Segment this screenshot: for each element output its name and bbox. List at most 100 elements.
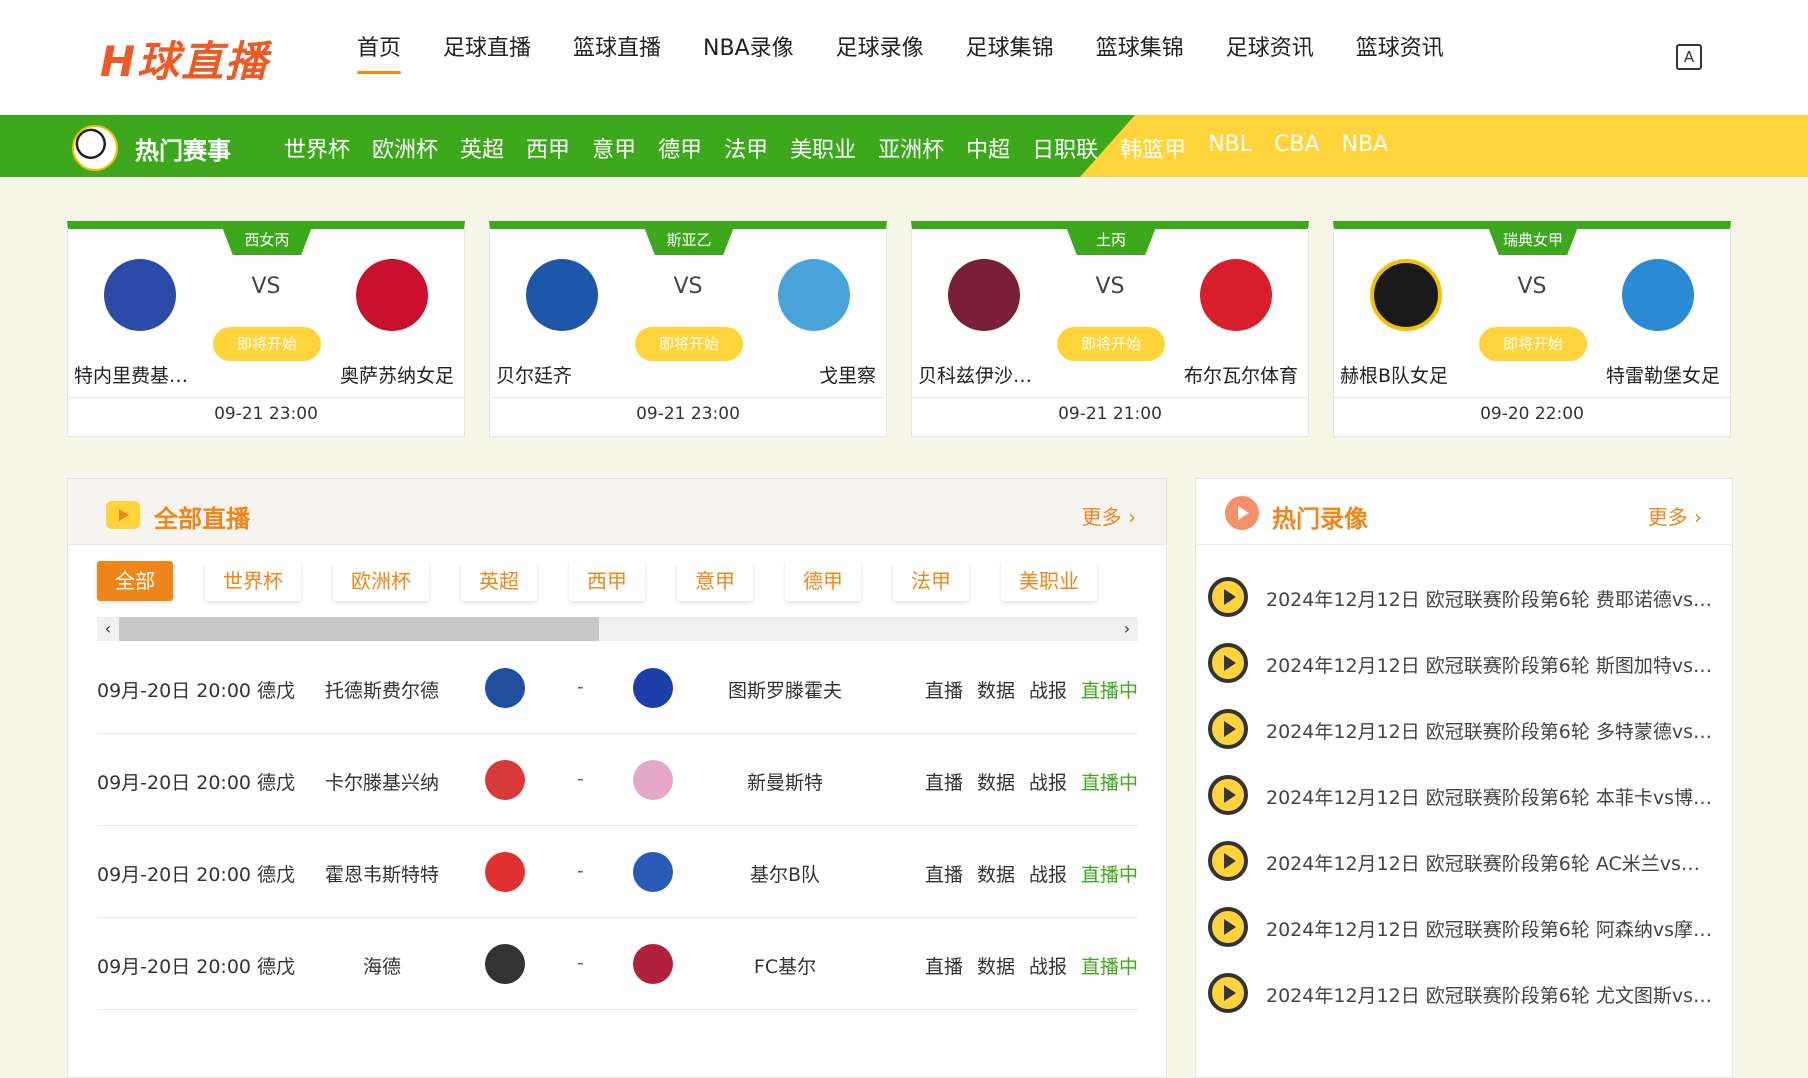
hot-link[interactable]: 韩篮甲 xyxy=(1120,132,1186,164)
hot-link[interactable]: NBL xyxy=(1208,132,1252,164)
away-team-name: 布尔瓦尔体育 xyxy=(1183,365,1298,387)
live-link[interactable]: 直播 xyxy=(925,676,963,703)
tab-bundesliga[interactable]: 德甲 xyxy=(785,561,861,601)
nav-item-basketball-news[interactable]: 篮球资讯 xyxy=(1356,30,1444,74)
list-item[interactable]: 2024年12月12日 欧冠联赛阶段第6轮 本菲卡vs博… xyxy=(1208,773,1718,817)
hot-link[interactable]: 亚洲杯 xyxy=(878,132,944,164)
nav-item-football-highlights[interactable]: 足球集锦 xyxy=(966,30,1054,74)
nav-item-basketball-live[interactable]: 篮球直播 xyxy=(573,30,661,74)
match-card[interactable]: 斯亚乙 VS 即将开始 贝尔廷齐 戈里察 09-21 23:00 xyxy=(489,221,887,437)
nav-item-football-replay[interactable]: 足球录像 xyxy=(836,30,924,74)
tab-euro[interactable]: 欧洲杯 xyxy=(333,561,429,601)
hot-link[interactable]: NBA xyxy=(1342,132,1389,164)
hot-link[interactable]: 法甲 xyxy=(724,132,768,164)
hot-link[interactable]: 世界杯 xyxy=(284,132,350,164)
report-link[interactable]: 战报 xyxy=(1029,768,1067,795)
home-team-logo xyxy=(485,668,525,708)
nav-item-football-live[interactable]: 足球直播 xyxy=(443,30,531,74)
video-title[interactable]: 2024年12月12日 欧冠联赛阶段第6轮 多特蒙德vs… xyxy=(1266,717,1716,744)
video-title[interactable]: 2024年12月12日 欧冠联赛阶段第6轮 费耶诺德vs… xyxy=(1266,585,1716,612)
tab-la-liga[interactable]: 西甲 xyxy=(569,561,645,601)
tab-all[interactable]: 全部 xyxy=(97,561,173,601)
home-team-logo xyxy=(485,760,525,800)
hot-link[interactable]: 日职联 xyxy=(1032,132,1098,164)
data-link[interactable]: 数据 xyxy=(977,860,1015,887)
data-link[interactable]: 数据 xyxy=(977,952,1015,979)
video-title[interactable]: 2024年12月12日 欧冠联赛阶段第6轮 AC米兰vs贝… xyxy=(1266,849,1716,876)
report-link[interactable]: 战报 xyxy=(1029,676,1067,703)
video-title[interactable]: 2024年12月12日 欧冠联赛阶段第6轮 阿森纳vs摩… xyxy=(1266,915,1716,942)
divider xyxy=(912,397,1308,398)
hot-link[interactable]: CBA xyxy=(1274,132,1320,164)
live-status[interactable]: 直播中 xyxy=(1081,952,1138,979)
tabs-scrollbar[interactable]: ‹ › xyxy=(97,617,1138,641)
away-team-logo xyxy=(1200,259,1272,331)
hot-link[interactable]: 西甲 xyxy=(526,132,570,164)
live-status[interactable]: 直播中 xyxy=(1081,860,1138,887)
table-row: 09月-20日 20:00 德戊 托德斯费尔德 - 图斯罗滕霍夫 直播 数据 战… xyxy=(97,642,1138,734)
tab-mls[interactable]: 美职业 xyxy=(1001,561,1097,601)
live-more-link[interactable]: 更多 › xyxy=(1082,501,1136,530)
live-link[interactable]: 直播 xyxy=(925,768,963,795)
live-panel-header: 全部直播 更多 › xyxy=(68,479,1166,545)
video-title[interactable]: 2024年12月12日 欧冠联赛阶段第6轮 斯图加特vs… xyxy=(1266,651,1716,678)
home-team-name: 卡尔滕基兴纳 xyxy=(324,772,439,794)
live-status[interactable]: 直播中 xyxy=(1081,676,1138,703)
nav-item-basketball-highlights[interactable]: 篮球集锦 xyxy=(1096,30,1184,74)
nav-item-football-news[interactable]: 足球资讯 xyxy=(1226,30,1314,74)
hot-link[interactable]: 意甲 xyxy=(592,132,636,164)
play-icon xyxy=(1208,577,1248,617)
list-item[interactable]: 2024年12月12日 欧冠联赛阶段第6轮 多特蒙德vs… xyxy=(1208,707,1718,751)
live-link[interactable]: 直播 xyxy=(925,860,963,887)
list-item[interactable]: 2024年12月12日 欧冠联赛阶段第6轮 斯图加特vs… xyxy=(1208,641,1718,685)
video-title[interactable]: 2024年12月12日 欧冠联赛阶段第6轮 尤文图斯vs… xyxy=(1266,981,1716,1008)
scroll-thumb[interactable] xyxy=(119,617,599,641)
site-logo[interactable]: H球直播 xyxy=(100,28,269,89)
status-badge: 即将开始 xyxy=(213,327,321,361)
nav-item-home[interactable]: 首页 xyxy=(357,30,402,74)
tab-world-cup[interactable]: 世界杯 xyxy=(205,561,301,601)
away-team-name: 戈里察 xyxy=(818,365,876,387)
hot-link[interactable]: 英超 xyxy=(460,132,504,164)
match-card[interactable]: 西女丙 VS 即将开始 特内里费基… 奥萨苏纳女足 09-21 23:00 xyxy=(67,221,465,437)
report-link[interactable]: 战报 xyxy=(1029,860,1067,887)
live-link[interactable]: 直播 xyxy=(925,952,963,979)
home-team-name: 霍恩韦斯特特 xyxy=(324,864,439,886)
font-toggle-icon[interactable]: A xyxy=(1676,44,1702,70)
away-team-logo xyxy=(633,944,673,984)
tab-premier-league[interactable]: 英超 xyxy=(461,561,537,601)
list-item[interactable]: 2024年12月12日 欧冠联赛阶段第6轮 阿森纳vs摩… xyxy=(1208,905,1718,949)
scroll-right-icon[interactable]: › xyxy=(1116,617,1138,641)
hot-link[interactable]: 德甲 xyxy=(658,132,702,164)
hot-link[interactable]: 中超 xyxy=(966,132,1010,164)
divider xyxy=(1334,397,1730,398)
data-link[interactable]: 数据 xyxy=(977,676,1015,703)
hot-link[interactable]: 美职业 xyxy=(790,132,856,164)
tab-serie-a[interactable]: 意甲 xyxy=(677,561,753,601)
live-status[interactable]: 直播中 xyxy=(1081,768,1138,795)
nav-item-nba-replay[interactable]: NBA录像 xyxy=(703,30,794,74)
list-item[interactable]: 2024年12月12日 欧冠联赛阶段第6轮 AC米兰vs贝… xyxy=(1208,839,1718,883)
hot-link[interactable]: 欧洲杯 xyxy=(372,132,438,164)
live-panel-title: 全部直播 xyxy=(154,505,250,533)
report-link[interactable]: 战报 xyxy=(1029,952,1067,979)
away-team-name: 特雷勒堡女足 xyxy=(1605,365,1720,387)
replay-more-link[interactable]: 更多 › xyxy=(1648,501,1702,530)
play-icon xyxy=(1208,643,1248,683)
play-icon xyxy=(1208,973,1248,1013)
match-card[interactable]: 瑞典女甲 VS 即将开始 赫根B队女足 特雷勒堡女足 09-20 22:00 xyxy=(1333,221,1731,437)
home-team-name: 贝科兹伊沙… xyxy=(918,365,1033,387)
list-item[interactable]: 2024年12月12日 欧冠联赛阶段第6轮 尤文图斯vs… xyxy=(1208,971,1718,1015)
away-team-logo xyxy=(778,259,850,331)
scroll-left-icon[interactable]: ‹ xyxy=(97,617,119,641)
away-team-logo xyxy=(633,668,673,708)
replay-panel: 热门录像 更多 › 2024年12月12日 欧冠联赛阶段第6轮 费耶诺德vs… … xyxy=(1195,478,1733,1078)
away-team-name: 图斯罗滕霍夫 xyxy=(727,680,842,702)
replay-panel-title: 热门录像 xyxy=(1272,505,1368,533)
match-card[interactable]: 土丙 VS 即将开始 贝科兹伊沙… 布尔瓦尔体育 09-21 21:00 xyxy=(911,221,1309,437)
video-title[interactable]: 2024年12月12日 欧冠联赛阶段第6轮 本菲卡vs博… xyxy=(1266,783,1716,810)
list-item[interactable]: 2024年12月12日 欧冠联赛阶段第6轮 费耶诺德vs… xyxy=(1208,575,1718,619)
table-row: 09月-20日 20:00 德戊 霍恩韦斯特特 - 基尔B队 直播 数据 战报 … xyxy=(97,826,1138,918)
data-link[interactable]: 数据 xyxy=(977,768,1015,795)
tab-ligue-1[interactable]: 法甲 xyxy=(893,561,969,601)
